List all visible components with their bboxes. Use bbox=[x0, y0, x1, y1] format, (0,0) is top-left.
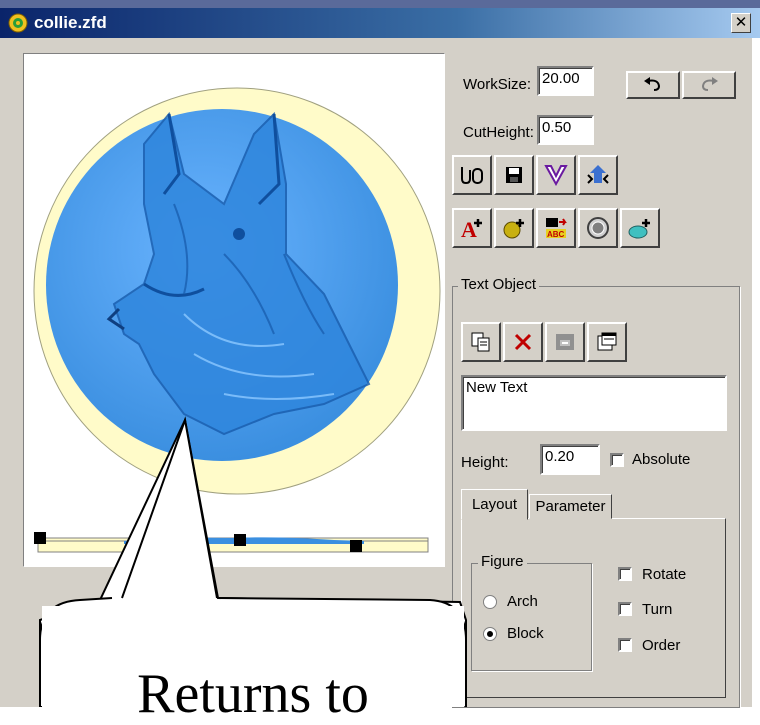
callout-text: Returns to bbox=[137, 663, 369, 725]
speech-bubble-callout bbox=[39, 416, 467, 707]
tab-layout-label: Layout bbox=[471, 496, 518, 513]
tab-layout[interactable]: Layout bbox=[461, 489, 528, 520]
